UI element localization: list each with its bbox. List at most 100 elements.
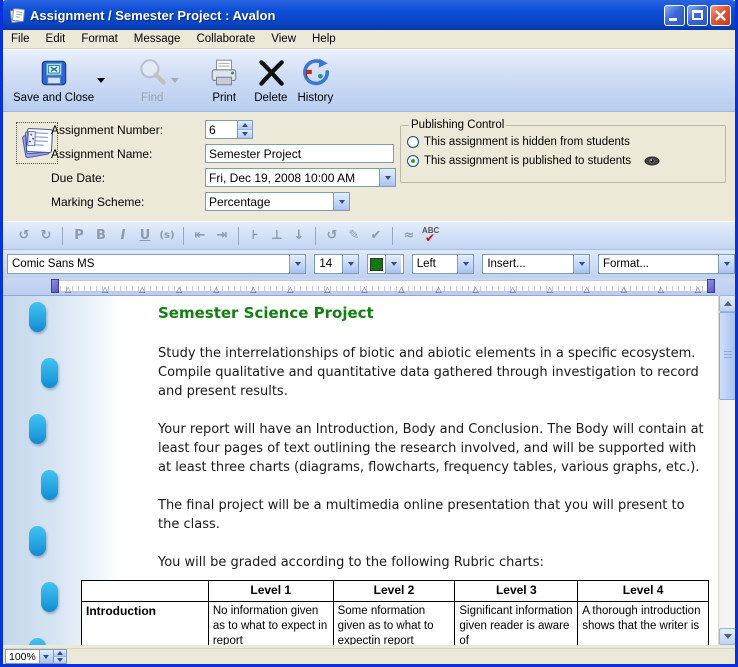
font-size-dropdown-arrow[interactable] bbox=[342, 255, 358, 273]
radio-published-label: This assignment is published to students bbox=[424, 155, 631, 167]
ruler[interactable] bbox=[53, 280, 713, 292]
bold-icon[interactable]: B bbox=[90, 227, 112, 245]
rubric-table: Level 1 Level 2 Level 3 Level 4 Introduc… bbox=[81, 580, 709, 645]
title-bar[interactable]: Assignment / Semester Project : Avalon bbox=[0, 0, 738, 30]
marking-scheme-value: Percentage bbox=[206, 195, 333, 209]
paragraph-1: Study the interrelationships of biotic a… bbox=[158, 344, 706, 401]
document-content[interactable]: Semester Science Project Study the inter… bbox=[158, 304, 706, 611]
menu-help[interactable]: Help bbox=[304, 31, 344, 47]
menu-file[interactable]: File bbox=[3, 31, 38, 47]
move-down-icon[interactable]: ↓ bbox=[288, 227, 310, 245]
radio-published-option[interactable]: This assignment is published to students bbox=[407, 151, 719, 170]
print-icon bbox=[208, 57, 240, 89]
zoom-value: 100% bbox=[6, 651, 39, 663]
insert-value: Insert... bbox=[483, 258, 573, 270]
find-dropdown-arrow[interactable] bbox=[168, 60, 182, 100]
publishing-control-title: Publishing Control bbox=[409, 119, 506, 131]
ruler-right-indent-marker[interactable] bbox=[707, 279, 715, 293]
menu-format[interactable]: Format bbox=[73, 31, 125, 47]
window-title: Assignment / Semester Project : Avalon bbox=[30, 8, 664, 23]
redo-icon[interactable]: ↻ bbox=[35, 227, 57, 245]
close-icon bbox=[714, 9, 727, 22]
format-combobox[interactable]: Format... bbox=[598, 254, 735, 274]
zoom-spin-buttons[interactable] bbox=[53, 650, 66, 663]
accept-icon[interactable]: ✔ bbox=[365, 227, 387, 245]
history-button[interactable]: History bbox=[297, 56, 333, 104]
outdent-icon[interactable]: ⇤ bbox=[189, 227, 211, 245]
due-date-combobox[interactable]: Fri, Dec 19, 2008 10:00 AM bbox=[205, 168, 396, 187]
assignment-number-stepper[interactable]: 6 bbox=[205, 120, 253, 139]
close-button[interactable] bbox=[710, 5, 731, 26]
rubric-cell-level4: A thorough introduction shows that the w… bbox=[578, 602, 709, 646]
rubric-cell-level1: No information given as to what to expec… bbox=[208, 602, 333, 646]
menu-message[interactable]: Message bbox=[126, 31, 189, 47]
find-button[interactable]: Find bbox=[136, 56, 168, 104]
vertical-scrollbar[interactable] bbox=[718, 295, 735, 645]
spellcheck-icon[interactable]: ABC ✔ bbox=[420, 226, 444, 246]
refresh-icon[interactable]: ↺ bbox=[321, 227, 343, 245]
strikethrough-icon[interactable]: (s) bbox=[156, 227, 178, 245]
maximize-button[interactable] bbox=[687, 5, 708, 26]
alignment-value: Left bbox=[413, 258, 458, 270]
tabstop-icon[interactable]: ⊦ bbox=[244, 227, 266, 245]
insert-dropdown-arrow[interactable] bbox=[573, 255, 589, 273]
delete-button[interactable]: Delete bbox=[254, 56, 287, 104]
font-size-combobox[interactable]: 14 bbox=[314, 254, 359, 274]
font-color-dropdown-arrow[interactable] bbox=[385, 255, 401, 273]
save-and-close-label: Save and Close bbox=[13, 92, 94, 104]
radio-hidden-option[interactable]: This assignment is hidden from students bbox=[407, 132, 719, 151]
marking-scheme-dropdown-arrow[interactable] bbox=[333, 193, 349, 210]
zoom-dropdown-arrow[interactable] bbox=[39, 650, 53, 663]
signature-icon[interactable]: ≈ bbox=[398, 227, 420, 245]
indent-icon[interactable]: ⇥ bbox=[211, 227, 233, 245]
minimize-button[interactable] bbox=[664, 5, 685, 26]
alignment-combobox[interactable]: Left bbox=[412, 254, 475, 274]
assignment-name-label: Assignment Name: bbox=[51, 147, 152, 161]
due-date-dropdown-arrow[interactable] bbox=[379, 169, 395, 186]
scroll-down-button[interactable] bbox=[719, 628, 736, 645]
menu-edit[interactable]: Edit bbox=[38, 31, 74, 47]
assignment-number-spin-buttons[interactable] bbox=[237, 121, 252, 138]
rubric-row-introduction: Introduction No information given as to … bbox=[82, 602, 709, 646]
font-name-dropdown-arrow[interactable] bbox=[289, 255, 305, 273]
menu-view[interactable]: View bbox=[263, 31, 304, 47]
rubric-row-label: Introduction bbox=[82, 602, 209, 646]
print-button[interactable]: Print bbox=[208, 56, 240, 104]
alignment-dropdown-arrow[interactable] bbox=[457, 255, 473, 273]
ruler-left-indent-marker[interactable] bbox=[51, 279, 59, 293]
format-dropdown-arrow[interactable] bbox=[718, 255, 734, 273]
paragraph-icon[interactable]: P bbox=[68, 227, 90, 245]
save-and-close-button[interactable]: Save and Close bbox=[13, 56, 94, 104]
stationery-capsule bbox=[29, 302, 46, 332]
italic-icon[interactable]: I bbox=[112, 227, 134, 245]
format-value: Format... bbox=[599, 258, 718, 270]
marking-scheme-label: Marking Scheme: bbox=[51, 195, 144, 209]
due-date-value: Fri, Dec 19, 2008 10:00 AM bbox=[206, 171, 379, 185]
stationery-capsule bbox=[29, 638, 46, 645]
radio-hidden-icon[interactable] bbox=[407, 136, 419, 148]
pencil-icon[interactable]: ✎ bbox=[343, 227, 365, 245]
marking-scheme-combobox[interactable]: Percentage bbox=[205, 192, 350, 211]
formatting-toolbar: ↺ ↻ P B I U (s) ⇤ ⇥ ⊦ ⊥ ↓ ↺ ✎ ✔ ≈ ABC ✔ bbox=[3, 221, 735, 250]
print-label: Print bbox=[212, 92, 236, 104]
paragraph-2: Your report will have an Introduction, B… bbox=[158, 420, 706, 477]
baseline-icon[interactable]: ⊥ bbox=[266, 227, 288, 245]
rubric-header-blank bbox=[82, 581, 209, 602]
stationery-capsule bbox=[41, 358, 58, 388]
rubric-cell-level3: Significant information given reader is … bbox=[455, 602, 578, 646]
zoom-select[interactable]: 100% bbox=[5, 649, 67, 664]
scrollbar-thumb[interactable] bbox=[719, 312, 736, 400]
menu-collaborate[interactable]: Collaborate bbox=[188, 31, 263, 47]
underline-icon[interactable]: U bbox=[134, 227, 156, 245]
save-icon bbox=[38, 57, 70, 89]
assignment-name-input[interactable]: Semester Project bbox=[205, 144, 394, 163]
save-dropdown-arrow[interactable] bbox=[94, 60, 108, 100]
undo-icon[interactable]: ↺ bbox=[13, 227, 35, 245]
radio-published-icon[interactable] bbox=[407, 155, 419, 167]
insert-combobox[interactable]: Insert... bbox=[482, 254, 590, 274]
scroll-up-button[interactable] bbox=[719, 295, 736, 312]
font-name-combobox[interactable]: Comic Sans MS bbox=[7, 254, 306, 274]
document-editor[interactable]: Semester Science Project Study the inter… bbox=[3, 295, 735, 645]
application-window: Assignment / Semester Project : Avalon F… bbox=[0, 0, 738, 667]
font-color-combobox[interactable] bbox=[367, 254, 403, 274]
